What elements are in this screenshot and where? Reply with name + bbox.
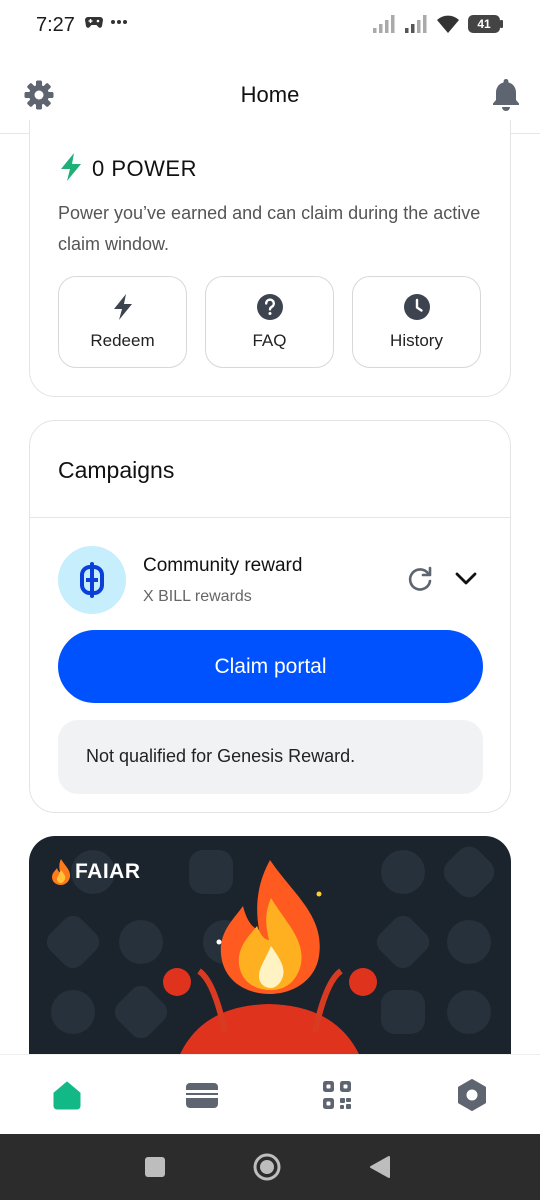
wifi-icon — [437, 15, 459, 33]
more-dots-icon — [111, 20, 127, 24]
power-description: Power you’ve earned and can claim during… — [58, 203, 481, 254]
claim-portal-button[interactable]: Claim portal — [58, 630, 483, 703]
back-triangle-icon — [370, 1156, 390, 1178]
status-time: 7:27 — [36, 14, 75, 36]
signal-icon — [373, 15, 395, 33]
home-icon — [53, 1081, 81, 1110]
banner-logo-text: FAIAR — [75, 860, 141, 883]
status-notification-icons — [84, 14, 128, 30]
circle-home-icon — [253, 1153, 281, 1181]
nav-home[interactable] — [47, 1075, 87, 1115]
power-card: 0 POWER Power you’ve earned and can clai… — [29, 120, 511, 397]
back-button[interactable] — [366, 1154, 392, 1180]
nav-qr-scan[interactable] — [317, 1075, 357, 1115]
refresh-icon — [408, 566, 432, 591]
recents-button[interactable] — [142, 1154, 168, 1180]
bottom-navigation — [0, 1054, 540, 1134]
bell-icon — [493, 79, 519, 111]
faq-label: FAQ — [252, 331, 287, 350]
reward-subtitle: X BILL rewards — [143, 588, 252, 605]
power-balance: 0 POWER — [92, 156, 197, 181]
divider — [30, 517, 510, 518]
settings-hex-icon — [458, 1079, 486, 1111]
refresh-button[interactable] — [404, 563, 436, 595]
campaigns-title: Campaigns — [58, 457, 175, 483]
faq-button[interactable]: FAQ — [205, 276, 334, 368]
chevron-down-icon — [455, 572, 477, 585]
question-icon — [256, 294, 283, 320]
redeem-label: Redeem — [90, 331, 155, 350]
clock-icon — [403, 294, 430, 320]
status-system-icons: 41 — [372, 14, 503, 34]
expand-button[interactable] — [450, 563, 482, 595]
bill-logo-icon — [80, 562, 104, 598]
qr-code-icon — [323, 1081, 351, 1109]
bolt-icon — [61, 153, 81, 181]
reward-name: Community reward — [143, 555, 303, 576]
battery-level: 41 — [477, 17, 491, 31]
status-bar: 7:27 41 — [0, 0, 540, 52]
game-controller-icon — [85, 17, 103, 28]
flame-logo-icon — [52, 859, 71, 885]
bolt-icon — [113, 294, 132, 320]
nav-settings[interactable] — [452, 1075, 492, 1115]
faiar-logo: FAIAR — [49, 858, 141, 886]
redeem-button[interactable]: Redeem — [58, 276, 187, 368]
home-system-button[interactable] — [252, 1152, 282, 1182]
wallet-icon — [186, 1083, 218, 1108]
notice-text: Not qualified for Genesis Reward. — [86, 746, 356, 766]
system-navigation-bar — [0, 1134, 540, 1200]
battery-icon: 41 — [468, 15, 503, 33]
nav-wallet[interactable] — [182, 1075, 222, 1115]
notifications-button[interactable] — [488, 76, 524, 112]
bill-coin-icon — [58, 546, 126, 614]
signal-icon-2 — [405, 15, 427, 33]
history-label: History — [390, 331, 443, 350]
page-title: Home — [240, 82, 300, 107]
square-icon — [145, 1157, 165, 1177]
qualification-notice: Not qualified for Genesis Reward. — [58, 720, 483, 794]
history-button[interactable]: History — [352, 276, 481, 368]
campaigns-card: Campaigns Community reward X BILL reward… — [29, 420, 511, 813]
